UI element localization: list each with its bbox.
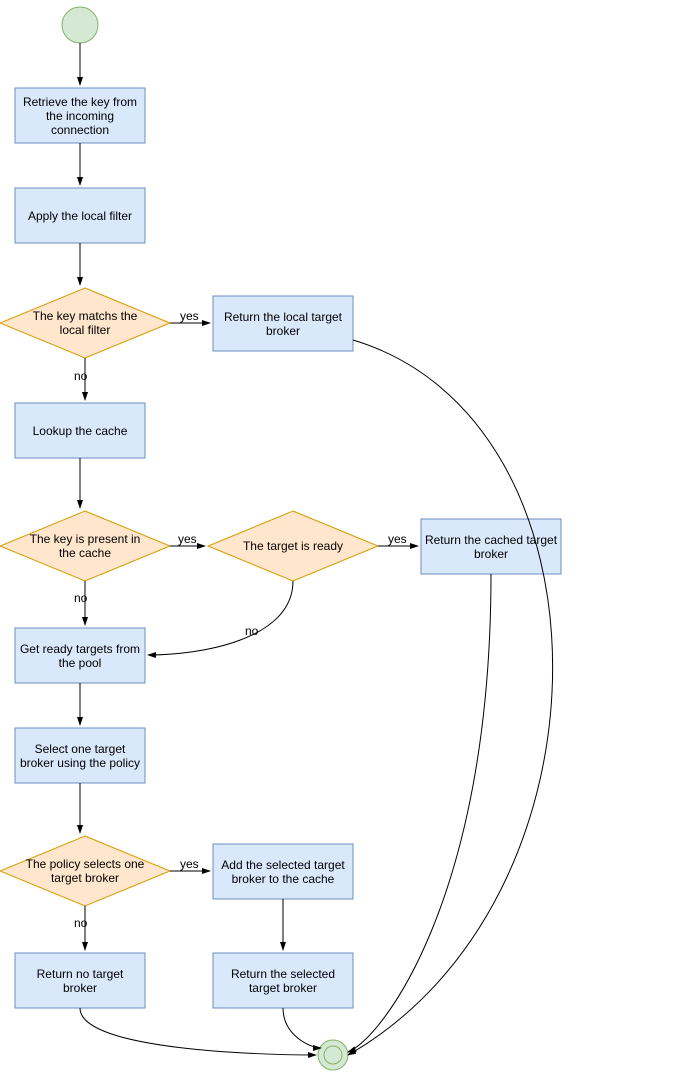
key-matches-filter-label: The key matchs the local filter: [20, 309, 150, 337]
edge: [80, 1008, 316, 1055]
edge: [283, 1008, 321, 1048]
key-in-cache-label: The key is present in the cache: [20, 532, 150, 560]
edge-label-yes: yes: [178, 532, 197, 546]
return-no-target-label: Return no target broker: [18, 967, 142, 995]
return-cached-label: Return the cached target broker: [424, 533, 558, 561]
get-ready-label: Get ready targets from the pool: [18, 642, 142, 670]
edge-label-no: no: [245, 624, 259, 638]
edge-label-yes: yes: [180, 309, 199, 323]
target-ready-label: The target is ready: [243, 539, 343, 553]
edge-label-no: no: [74, 591, 88, 605]
edge-label-no: no: [74, 369, 88, 383]
policy-selects-label: The policy selects one target broker: [20, 857, 150, 885]
return-local-label: Return the local target broker: [216, 310, 350, 338]
edge: [148, 581, 293, 655]
edge-label-yes: yes: [180, 857, 199, 871]
select-target-label: Select one target broker using the polic…: [18, 742, 142, 770]
edge-label-no: no: [74, 916, 88, 930]
retrieve-key-label: Retrieve the key from the incoming conne…: [18, 95, 142, 137]
return-selected-label: Return the selected target broker: [216, 967, 350, 995]
apply-filter-label: Apply the local filter: [28, 209, 132, 223]
edge: [348, 574, 491, 1052]
edge: [348, 340, 553, 1055]
start-node: [62, 7, 98, 43]
add-to-cache-label: Add the selected target broker to the ca…: [216, 858, 350, 886]
end-node: [318, 1040, 348, 1070]
lookup-cache-label: Lookup the cache: [33, 424, 128, 438]
edge-label-yes: yes: [388, 532, 407, 546]
